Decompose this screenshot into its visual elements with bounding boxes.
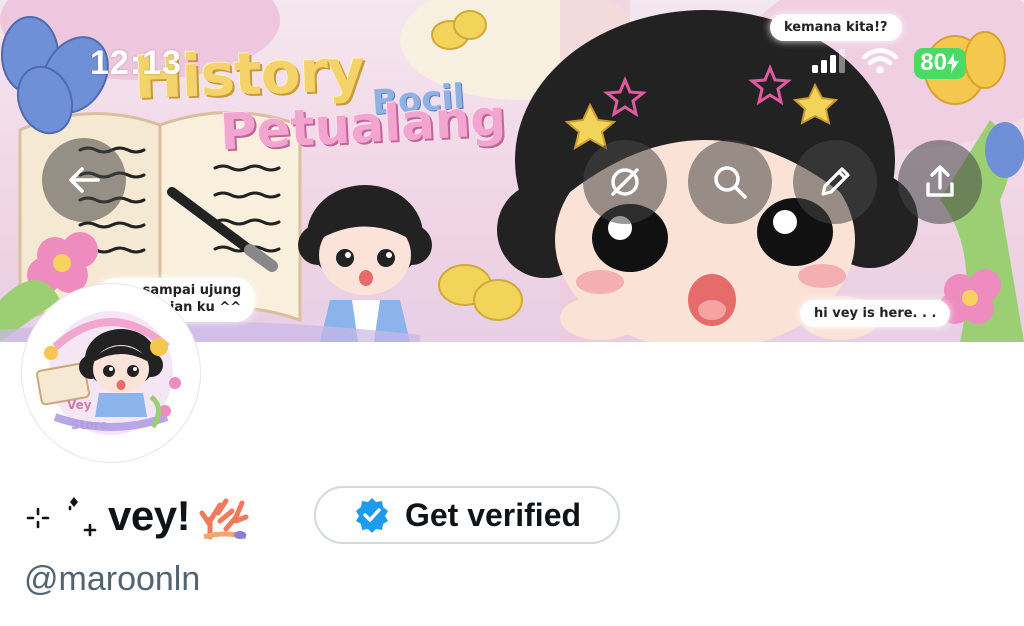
profile-avatar[interactable]: Vey Store xyxy=(22,284,200,462)
edit-button[interactable] xyxy=(793,140,877,224)
search-button[interactable] xyxy=(688,140,772,224)
status-icons: 80 xyxy=(812,46,966,80)
verified-badge-icon xyxy=(355,498,388,533)
coral-emoji-icon xyxy=(199,498,249,540)
arrow-left-icon xyxy=(69,167,100,193)
circular-arrows-icon xyxy=(611,168,639,196)
get-verified-label: Get verified xyxy=(404,496,582,533)
status-time: 12:13 xyxy=(90,44,182,82)
profile-handle: @maroonln xyxy=(24,560,201,598)
avatar-caption-store: Store xyxy=(71,418,108,432)
battery-charging-icon: 80 xyxy=(914,47,966,79)
share-icon xyxy=(926,165,954,197)
wifi-icon xyxy=(862,47,899,79)
search-icon xyxy=(714,166,747,199)
share-button[interactable] xyxy=(898,140,982,224)
pencil-icon xyxy=(821,167,850,196)
speech-bubble-bottom: hi vey is here. . . xyxy=(800,300,951,327)
signal-icon xyxy=(812,48,846,78)
avatar-artwork: Vey Store xyxy=(36,311,181,435)
get-verified-button[interactable]: Get verified xyxy=(314,486,620,544)
battery-level: 80 xyxy=(920,48,947,76)
follow-back-button[interactable] xyxy=(583,140,667,224)
charging-bolt-icon xyxy=(947,52,959,73)
avatar-caption-vey: Vey xyxy=(67,398,92,412)
display-name-row: vey! xyxy=(24,484,252,548)
sparkle-icon xyxy=(26,497,97,537)
back-button[interactable] xyxy=(42,138,126,222)
speech-bubble-top: kemana kita!? xyxy=(770,14,902,41)
display-name: vey! xyxy=(108,492,191,539)
